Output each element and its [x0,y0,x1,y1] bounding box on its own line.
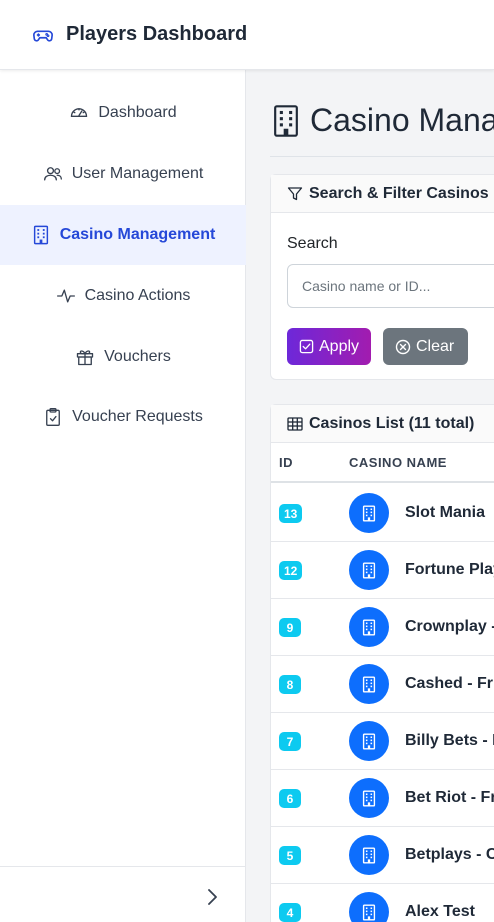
page-title: Casino Management [310,102,494,138]
apply-button-label: Apply [319,337,360,355]
casino-id-badge: 7 [279,732,301,751]
clear-button[interactable]: Clear [383,328,468,365]
casino-name[interactable]: Cashed - Fr [405,675,493,693]
sidebar-item-label: Dashboard [98,104,177,121]
main-content: Casino Management Search & Filter Casino… [246,70,494,922]
casino-id-badge: 5 [279,846,301,865]
app-title: Players Dashboard [66,23,248,45]
sidebar-item-label: User Management [71,165,204,182]
check-square-icon [299,339,314,355]
sidebar-item-casino-actions[interactable]: Casino Actions [0,266,246,326]
list-card-header: Casinos List (11 total) [271,405,494,443]
list-card-title: Casinos List (11 total) [309,414,475,432]
activity-icon [56,286,76,306]
casino-id-badge: 12 [279,561,303,580]
table-row[interactable]: 9 Crownplay - [271,599,494,656]
table-icon [287,416,303,432]
casino-name[interactable]: Billy Bets - I [405,732,494,750]
sidebar-item-label: Vouchers [104,348,171,365]
building-icon [272,104,300,138]
table-header: ID CASINO NAME [271,443,494,483]
sidebar-footer [0,866,246,922]
search-input[interactable] [287,264,494,308]
casino-name[interactable]: Alex Test [405,903,475,921]
casinos-list-card: Casinos List (11 total) ID CASINO NAME 1… [270,404,494,922]
sidebar-item-label: Casino Management [59,226,216,243]
column-header-id[interactable]: ID [279,455,293,470]
table-row[interactable]: 4 Alex Test [271,884,494,922]
casino-name[interactable]: Slot Mania [405,504,485,522]
clear-button-label: Clear [416,337,455,355]
table-row[interactable]: 7 Billy Bets - I [271,713,494,770]
casino-id-badge: 6 [279,789,301,808]
gamepad-icon [32,24,54,46]
casino-id-badge: 13 [279,504,303,523]
building-icon [349,664,389,704]
top-bar: Players Dashboard [0,0,494,70]
casino-name[interactable]: Crownplay - [405,618,494,636]
search-label: Search [287,235,338,252]
sidebar-item-voucher-requests[interactable]: Voucher Requests [0,387,246,447]
sidebar-item-label: Voucher Requests [72,408,203,425]
table-row[interactable]: 5 Betplays - C [271,827,494,884]
filter-card: Search & Filter Casinos Search Apply Cle… [270,174,494,380]
table-row[interactable]: 6 Bet Riot - Fr [271,770,494,827]
divider [270,156,494,157]
sidebar-item-vouchers[interactable]: Vouchers [0,327,246,387]
building-icon [349,778,389,818]
funnel-icon [287,186,303,202]
filter-card-header: Search & Filter Casinos [271,175,494,213]
speedometer-icon [69,103,89,123]
casino-name[interactable]: Bet Riot - Fr [405,789,494,807]
sidebar-item-label: Casino Actions [84,287,191,304]
sidebar: Dashboard User Management Casino Managem… [0,70,246,922]
casino-id-badge: 9 [279,618,301,637]
page-header: Casino Management [272,102,494,139]
casino-name[interactable]: Betplays - C [405,846,494,864]
building-icon [349,892,389,922]
table-row[interactable]: 8 Cashed - Fr [271,656,494,713]
table-row[interactable]: 12 Fortune Play [271,542,494,599]
sidebar-item-user-management[interactable]: User Management [0,144,246,204]
casino-id-badge: 8 [279,675,301,694]
building-icon [349,835,389,875]
column-header-casino-name[interactable]: CASINO NAME [349,455,447,470]
casino-name[interactable]: Fortune Play [405,561,494,579]
x-circle-icon [395,339,411,355]
table-row[interactable]: 13 Slot Mania [271,485,494,542]
building-icon [349,721,389,761]
sidebar-item-casino-management[interactable]: Casino Management [0,205,246,265]
building-icon [31,225,51,245]
users-icon [43,164,63,184]
sidebar-item-dashboard[interactable]: Dashboard [0,83,246,143]
clipboard-check-icon [43,407,63,427]
apply-button[interactable]: Apply [287,328,371,365]
gift-icon [75,347,95,367]
building-icon [349,607,389,647]
building-icon [349,493,389,533]
filter-card-title: Search & Filter Casinos [309,184,489,202]
casino-id-badge: 4 [279,903,301,922]
building-icon [349,550,389,590]
chevron-right-icon[interactable] [202,887,222,907]
